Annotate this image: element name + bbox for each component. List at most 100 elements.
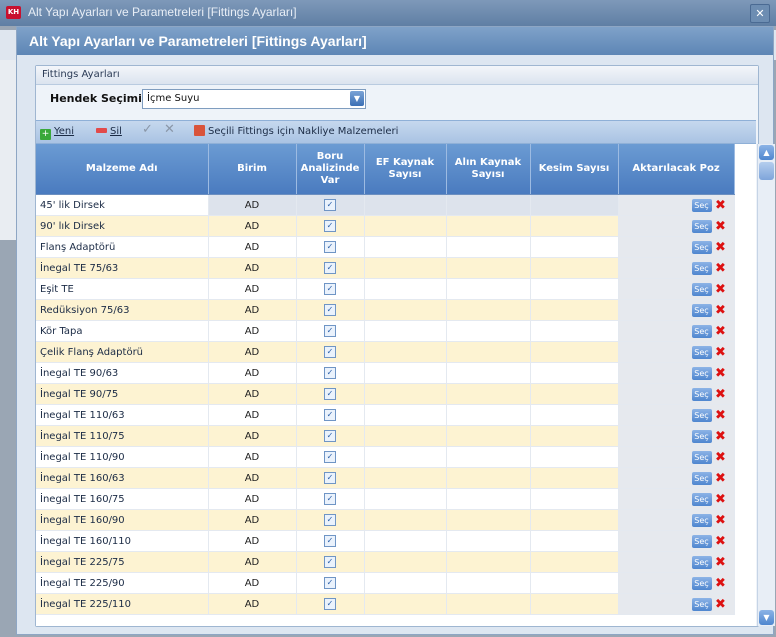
row-kesim[interactable] (530, 488, 619, 510)
row-alin-kaynak[interactable] (446, 530, 531, 552)
row-kesim[interactable] (530, 257, 619, 279)
row-boru-analizi[interactable]: ✓ (296, 572, 365, 594)
hendek-select[interactable]: İçme Suyu ▼ (142, 89, 366, 109)
checkbox-checked-icon[interactable]: ✓ (324, 220, 336, 232)
checkbox-checked-icon[interactable]: ✓ (324, 262, 336, 274)
table-row[interactable]: İnegal TE 160/110 AD ✓ Seç ✖ (36, 530, 735, 552)
row-alin-kaynak[interactable] (446, 362, 531, 384)
delete-x-icon[interactable]: ✖ (714, 304, 728, 317)
row-kesim[interactable] (530, 593, 619, 615)
row-kesim[interactable] (530, 530, 619, 552)
row-unit[interactable]: AD (208, 530, 297, 552)
select-button[interactable]: Seç (691, 450, 712, 464)
row-ef-kaynak[interactable] (364, 257, 447, 279)
select-button[interactable]: Seç (691, 471, 712, 485)
select-button[interactable]: Seç (691, 324, 712, 338)
table-row[interactable]: Çelik Flanş Adaptörü AD ✓ Seç ✖ (36, 341, 735, 363)
row-name[interactable]: İnegal TE 110/63 (36, 404, 209, 426)
col-birim[interactable]: Birim (208, 144, 297, 195)
scroll-thumb[interactable] (759, 162, 774, 180)
row-ef-kaynak[interactable] (364, 593, 447, 615)
row-boru-analizi[interactable]: ✓ (296, 236, 365, 258)
col-ef-kaynak[interactable]: EF Kaynak Sayısı (364, 144, 447, 195)
row-alin-kaynak[interactable] (446, 194, 531, 216)
row-name[interactable]: İnegal TE 225/110 (36, 593, 209, 615)
row-kesim[interactable] (530, 467, 619, 489)
row-unit[interactable]: AD (208, 467, 297, 489)
delete-x-icon[interactable]: ✖ (714, 535, 728, 548)
row-ef-kaynak[interactable] (364, 572, 447, 594)
row-alin-kaynak[interactable] (446, 404, 531, 426)
row-name[interactable]: İnegal TE 160/110 (36, 530, 209, 552)
scroll-down-icon[interactable]: ▼ (759, 610, 774, 625)
row-ef-kaynak[interactable] (364, 278, 447, 300)
row-boru-analizi[interactable]: ✓ (296, 362, 365, 384)
col-malzeme-adi[interactable]: Malzeme Adı (36, 144, 209, 195)
select-button[interactable]: Seç (691, 240, 712, 254)
row-ef-kaynak[interactable] (364, 320, 447, 342)
checkbox-checked-icon[interactable]: ✓ (324, 577, 336, 589)
row-ef-kaynak[interactable] (364, 215, 447, 237)
row-alin-kaynak[interactable] (446, 509, 531, 531)
row-unit[interactable]: AD (208, 404, 297, 426)
select-button[interactable]: Seç (691, 513, 712, 527)
row-kesim[interactable] (530, 215, 619, 237)
row-kesim[interactable] (530, 341, 619, 363)
row-boru-analizi[interactable]: ✓ (296, 278, 365, 300)
row-unit[interactable]: AD (208, 257, 297, 279)
cancel-icon[interactable]: ✕ (164, 123, 175, 137)
row-kesim[interactable] (530, 299, 619, 321)
table-row[interactable]: 90' lık Dirsek AD ✓ Seç ✖ (36, 215, 735, 237)
vertical-scrollbar[interactable]: ▲ ▼ (757, 144, 775, 626)
row-boru-analizi[interactable]: ✓ (296, 341, 365, 363)
row-boru-analizi[interactable]: ✓ (296, 488, 365, 510)
table-row[interactable]: İnegal TE 110/90 AD ✓ Seç ✖ (36, 446, 735, 468)
checkbox-checked-icon[interactable]: ✓ (324, 598, 336, 610)
table-row[interactable]: İnegal TE 110/75 AD ✓ Seç ✖ (36, 425, 735, 447)
row-boru-analizi[interactable]: ✓ (296, 551, 365, 573)
row-alin-kaynak[interactable] (446, 257, 531, 279)
checkbox-checked-icon[interactable]: ✓ (324, 430, 336, 442)
table-row[interactable]: Kör Tapa AD ✓ Seç ✖ (36, 320, 735, 342)
row-kesim[interactable] (530, 236, 619, 258)
row-ef-kaynak[interactable] (364, 509, 447, 531)
row-kesim[interactable] (530, 404, 619, 426)
row-alin-kaynak[interactable] (446, 488, 531, 510)
select-button[interactable]: Seç (691, 303, 712, 317)
row-alin-kaynak[interactable] (446, 446, 531, 468)
row-name[interactable]: Eşit TE (36, 278, 209, 300)
row-unit[interactable]: AD (208, 215, 297, 237)
row-alin-kaynak[interactable] (446, 278, 531, 300)
row-unit[interactable]: AD (208, 194, 297, 216)
select-button[interactable]: Seç (691, 345, 712, 359)
row-ef-kaynak[interactable] (364, 383, 447, 405)
row-ef-kaynak[interactable] (364, 530, 447, 552)
row-ef-kaynak[interactable] (364, 341, 447, 363)
select-button[interactable]: Seç (691, 261, 712, 275)
row-kesim[interactable] (530, 320, 619, 342)
select-button[interactable]: Seç (691, 576, 712, 590)
delete-x-icon[interactable]: ✖ (714, 430, 728, 443)
table-row[interactable]: İnegal TE 225/110 AD ✓ Seç ✖ (36, 593, 735, 615)
row-ef-kaynak[interactable] (364, 236, 447, 258)
col-alin-kaynak[interactable]: Alın Kaynak Sayısı (446, 144, 531, 195)
checkbox-checked-icon[interactable]: ✓ (324, 367, 336, 379)
row-name[interactable]: İnegal TE 75/63 (36, 257, 209, 279)
select-button[interactable]: Seç (691, 366, 712, 380)
row-unit[interactable]: AD (208, 551, 297, 573)
row-name[interactable]: Redüksiyon 75/63 (36, 299, 209, 321)
table-row[interactable]: İnegal TE 75/63 AD ✓ Seç ✖ (36, 257, 735, 279)
row-unit[interactable]: AD (208, 593, 297, 615)
row-alin-kaynak[interactable] (446, 593, 531, 615)
table-row[interactable]: İnegal TE 160/90 AD ✓ Seç ✖ (36, 509, 735, 531)
confirm-icon[interactable]: ✓ (142, 123, 153, 137)
row-name[interactable]: 45' lik Dirsek (36, 194, 209, 216)
row-unit[interactable]: AD (208, 299, 297, 321)
row-boru-analizi[interactable]: ✓ (296, 467, 365, 489)
table-row[interactable]: İnegal TE 225/75 AD ✓ Seç ✖ (36, 551, 735, 573)
checkbox-checked-icon[interactable]: ✓ (324, 451, 336, 463)
row-boru-analizi[interactable]: ✓ (296, 593, 365, 615)
row-name[interactable]: Kör Tapa (36, 320, 209, 342)
checkbox-checked-icon[interactable]: ✓ (324, 241, 336, 253)
row-ef-kaynak[interactable] (364, 446, 447, 468)
